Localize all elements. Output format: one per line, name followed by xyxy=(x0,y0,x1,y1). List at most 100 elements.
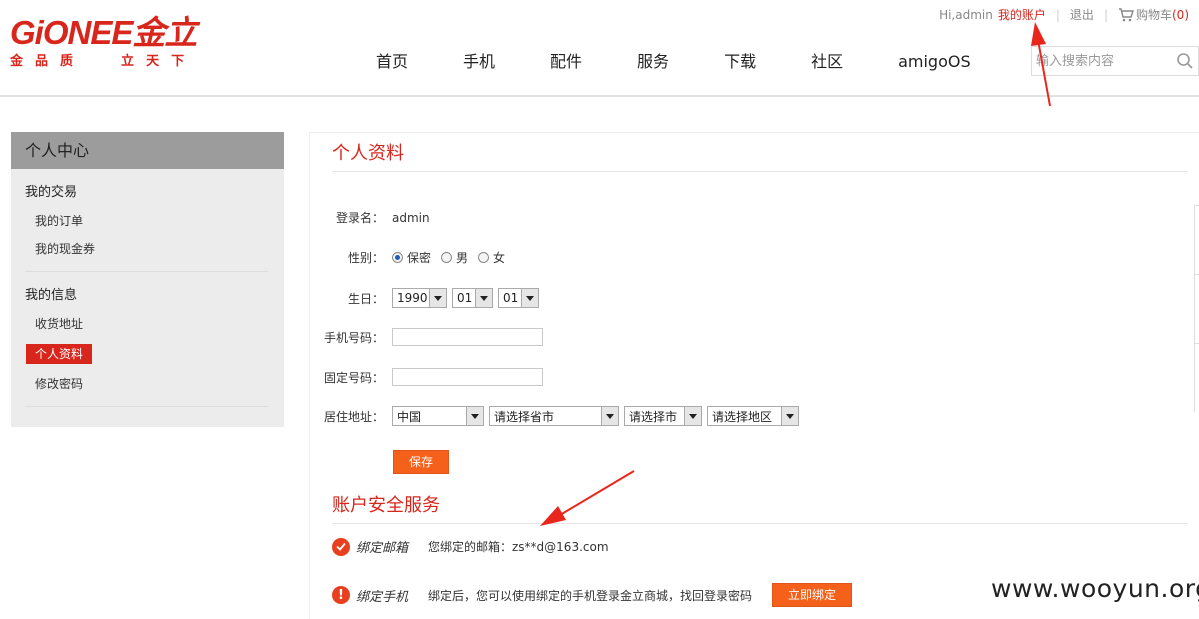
cart-label: 购物车 xyxy=(1135,8,1172,22)
sidebar-item-password[interactable]: 修改密码 xyxy=(35,376,83,392)
gender-radio-female[interactable]: 女 xyxy=(478,249,505,266)
radio-label: 男 xyxy=(456,251,469,265)
birth-year-select[interactable]: 1990 xyxy=(392,288,447,308)
birth-day-select[interactable]: 01 xyxy=(498,288,539,308)
tagline-char: 天 xyxy=(146,54,160,69)
phone-label: 固定号码： xyxy=(323,370,384,385)
sidebar-item-profile[interactable]: 个人资料 xyxy=(26,344,93,364)
exclamation-circle-icon: ! xyxy=(332,586,350,604)
tagline-char: 金 xyxy=(10,54,24,69)
sidebar-divider xyxy=(25,271,268,272)
chevron-down-icon xyxy=(684,407,701,425)
bind-phone-name: 绑定手机 xyxy=(356,589,409,605)
address-row: 居住地址： 中国 请选择省市 请选择市 请选择地区 xyxy=(310,406,804,426)
bind-email-desc: 您绑定的邮箱：zs**d@163.com xyxy=(428,540,609,554)
radio-selected-icon xyxy=(392,252,403,263)
mobile-input[interactable] xyxy=(392,328,543,346)
logo-tagline: 金品质 立天下 xyxy=(10,54,196,70)
gionee-logo[interactable]: GiONEE金立 金品质 立天下 xyxy=(10,14,197,70)
district-select[interactable]: 请选择地区 xyxy=(707,406,799,426)
birth-month-select[interactable]: 01 xyxy=(452,288,493,308)
select-value: 01 xyxy=(503,291,519,305)
right-panel-edge xyxy=(1194,205,1199,412)
divider xyxy=(332,523,1188,524)
cart-icon xyxy=(1118,7,1134,21)
sidebar-group-info: 我的信息 收货地址 个人资料 修改密码 xyxy=(11,288,284,392)
my-account-link[interactable]: 我的账户 xyxy=(998,6,1046,23)
nav-download[interactable]: 下载 xyxy=(724,52,756,72)
nav-accessories[interactable]: 配件 xyxy=(550,52,582,72)
top-bar: Hi,admin 我的账户 | 退出 | 购物车 (0) xyxy=(939,6,1189,23)
select-value: 请选择市 xyxy=(629,409,678,424)
nav-amigoos[interactable]: amigoOS xyxy=(898,52,971,72)
sidebar-item-address[interactable]: 收货地址 xyxy=(35,316,83,332)
bind-email-row: 绑定邮箱 您绑定的邮箱：zs**d@163.com xyxy=(332,537,609,556)
search-input[interactable] xyxy=(1032,47,1172,75)
chevron-down-icon xyxy=(475,289,492,307)
radio-label: 女 xyxy=(493,251,506,265)
sidebar-group-title: 我的信息 xyxy=(25,288,78,303)
city-select[interactable]: 请选择市 xyxy=(624,406,702,426)
nav-phones[interactable]: 手机 xyxy=(463,52,495,72)
select-value: 请选择省市 xyxy=(494,409,555,424)
logo-wordmark: GiONEE金立 xyxy=(10,14,197,51)
header: GiONEE金立 金品质 立天下 Hi,admin 我的账户 | 退出 | 购物车… xyxy=(0,0,1199,97)
bind-phone-desc: 绑定后，您可以使用绑定的手机登录金立商城，找回登录密码 xyxy=(428,588,753,603)
tagline-char: 下 xyxy=(171,54,185,69)
chevron-down-icon xyxy=(781,407,798,425)
gender-row: 性别： 保密 男 女 xyxy=(310,249,515,266)
sidebar-item-coupons[interactable]: 我的现金券 xyxy=(35,241,95,257)
divider: | xyxy=(1055,7,1060,22)
phone-input[interactable] xyxy=(392,368,543,386)
phone-row: 固定号码： xyxy=(310,368,543,386)
tagline-char: 品 xyxy=(35,54,49,69)
chevron-down-icon xyxy=(521,289,538,307)
select-value: 请选择地区 xyxy=(712,409,773,424)
birthday-row: 生日： 1990 01 01 xyxy=(310,288,544,308)
profile-title: 个人资料 xyxy=(332,143,404,164)
sidebar-group-trade: 我的交易 我的订单 我的现金券 xyxy=(11,185,284,257)
nav-home[interactable]: 首页 xyxy=(376,52,408,72)
tagline-char: 质 xyxy=(60,54,74,69)
logout-link[interactable]: 退出 xyxy=(1070,6,1094,23)
mobile-row: 手机号码： xyxy=(310,328,543,346)
login-label: 登录名： xyxy=(335,211,384,225)
sidebar: 个人中心 我的交易 我的订单 我的现金券 我的信息 收货地址 个人资料 修改密码 xyxy=(11,132,284,427)
cart-count: (0) xyxy=(1172,7,1189,22)
select-value: 01 xyxy=(457,291,473,305)
login-row: 登录名： admin xyxy=(310,209,430,226)
main-panel: 个人资料 登录名： admin 性别： 保密 男 女 生日： 1990 01 0… xyxy=(309,132,1199,619)
bind-email-name: 绑定邮箱 xyxy=(356,541,409,556)
search-icon[interactable] xyxy=(1176,52,1194,70)
birthday-label: 生日： xyxy=(347,291,384,306)
mobile-label: 手机号码： xyxy=(323,330,384,345)
bind-now-button[interactable]: 立即绑定 xyxy=(772,583,853,607)
divider xyxy=(332,171,1188,172)
tagline-char: 立 xyxy=(121,54,135,69)
gender-label: 性别： xyxy=(347,251,384,265)
main-nav: 首页 手机 配件 服务 下载 社区 amigoOS xyxy=(376,52,971,72)
greeting: Hi,admin xyxy=(939,7,993,22)
sidebar-item-orders[interactable]: 我的订单 xyxy=(35,213,83,229)
country-select[interactable]: 中国 xyxy=(392,406,484,426)
cart-link[interactable]: 购物车 (0) xyxy=(1118,6,1189,23)
bind-phone-row: ! 绑定手机 绑定后，您可以使用绑定的手机登录金立商城，找回登录密码 立即绑定 xyxy=(332,583,853,607)
radio-icon xyxy=(478,252,490,263)
sidebar-title: 个人中心 xyxy=(11,132,284,169)
radio-label: 保密 xyxy=(407,251,432,265)
check-circle-icon xyxy=(332,537,350,556)
security-title: 账户安全服务 xyxy=(332,495,440,516)
save-button[interactable]: 保存 xyxy=(393,450,449,474)
nav-community[interactable]: 社区 xyxy=(811,52,843,72)
province-select[interactable]: 请选择省市 xyxy=(489,406,619,426)
address-label: 居住地址： xyxy=(323,409,384,424)
gender-radio-male[interactable]: 男 xyxy=(441,249,468,266)
divider: | xyxy=(1103,7,1108,22)
chevron-down-icon xyxy=(429,289,446,307)
search-box xyxy=(1031,46,1199,76)
sidebar-group-title: 我的交易 xyxy=(25,185,78,200)
login-value: admin xyxy=(392,210,430,225)
chevron-down-icon xyxy=(466,407,483,425)
nav-service[interactable]: 服务 xyxy=(637,52,669,72)
gender-radio-secret[interactable]: 保密 xyxy=(392,249,431,266)
